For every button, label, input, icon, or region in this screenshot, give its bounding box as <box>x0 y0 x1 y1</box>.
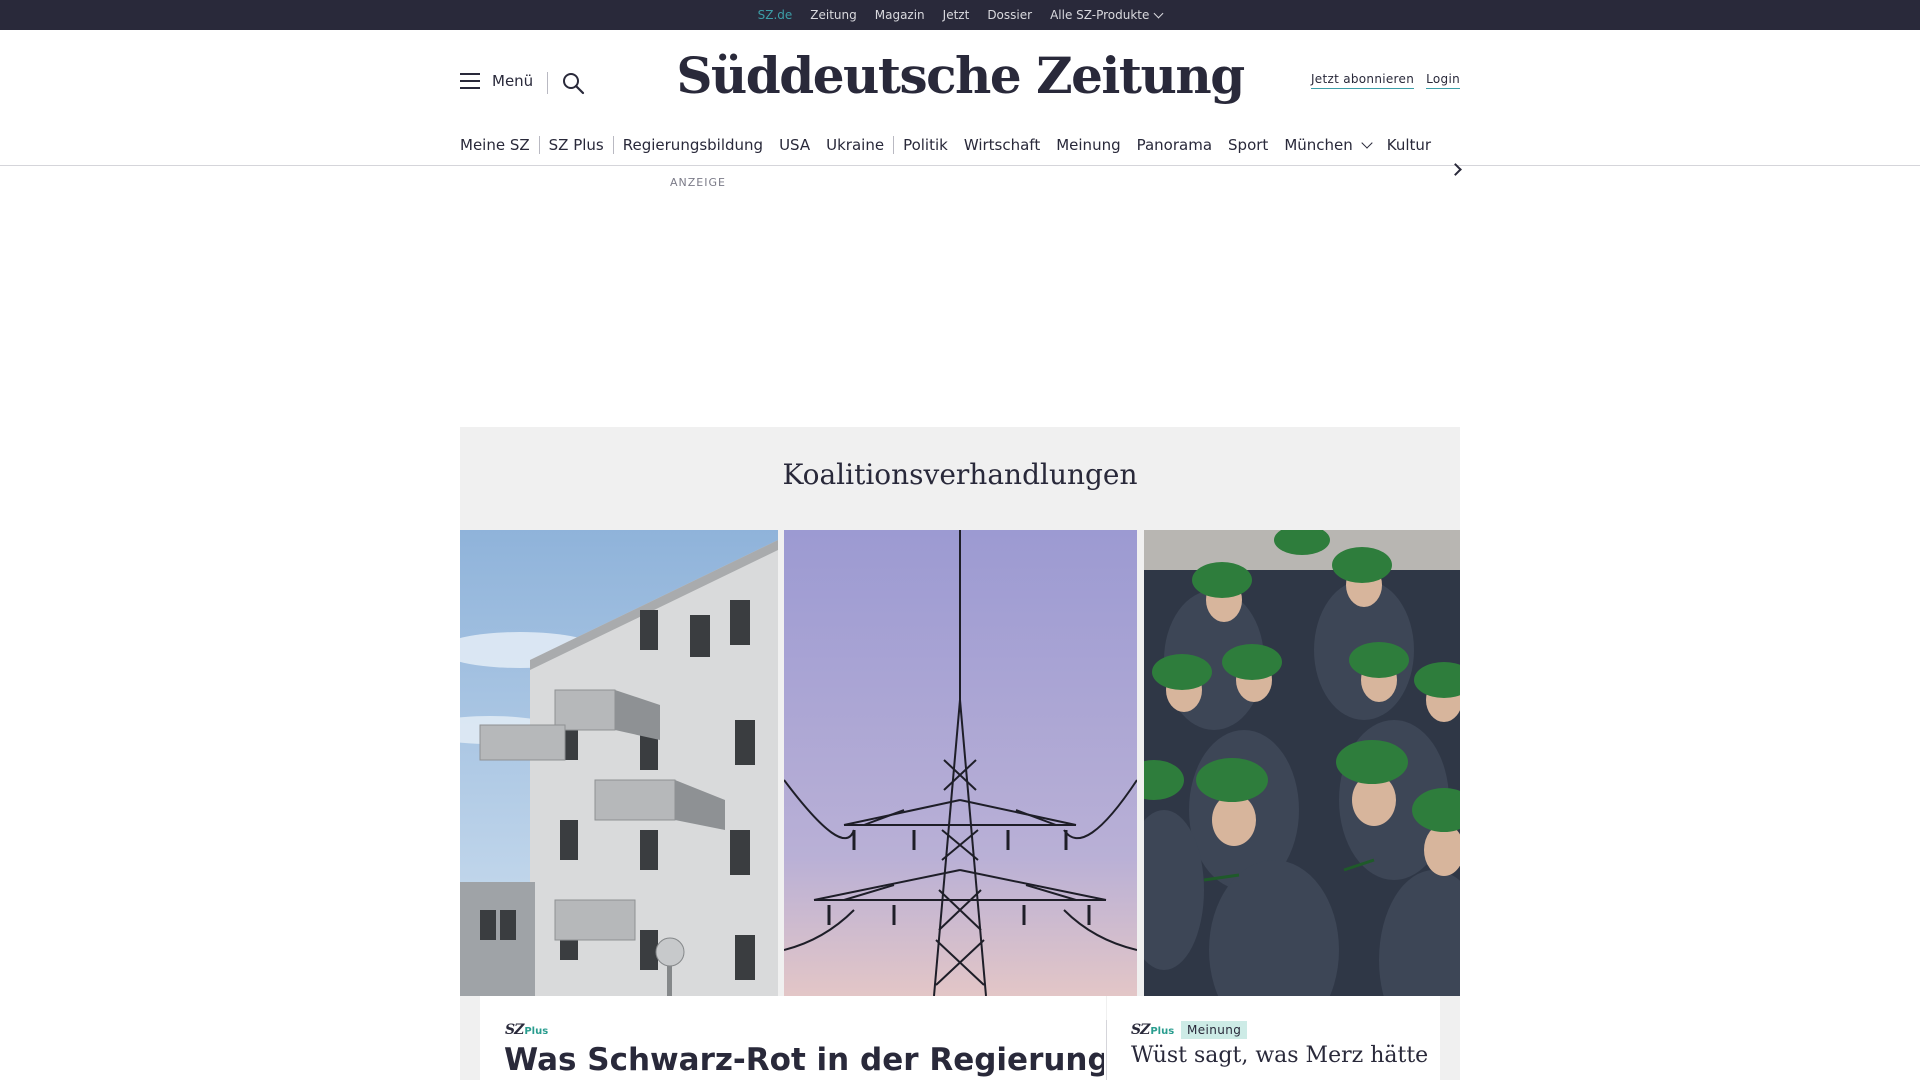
nav-item-muenchen-label: München <box>1284 136 1353 154</box>
article-image-power-pylon[interactable] <box>784 530 1137 996</box>
section-title[interactable]: Koalitionsverhandlungen <box>460 458 1460 491</box>
topbar-link-alle-produkte[interactable]: Alle SZ-Produkte <box>1050 8 1164 22</box>
topbar-link-szde[interactable]: SZ.de <box>758 8 793 22</box>
main-nav: Meine SZ SZ Plus Regierungsbildung USA U… <box>460 130 1460 160</box>
opinion-badge: Meinung <box>1181 1021 1248 1039</box>
topbar-link-alle-produkte-label: Alle SZ-Produkte <box>1050 8 1150 22</box>
nav-item-wirtschaft[interactable]: Wirtschaft <box>964 136 1040 154</box>
nav-divider <box>538 136 540 154</box>
sz-brand: SZ <box>505 1022 524 1038</box>
article-card[interactable]: SZ Plus Meinung Wüst sagt, was Merz hätt… <box>1107 996 1440 1080</box>
article-headline[interactable]: Wüst sagt, was Merz hätte <box>1131 1043 1431 1068</box>
menu-label: Menü <box>492 72 534 90</box>
nav-item-sport[interactable]: Sport <box>1228 136 1268 154</box>
top-bar: SZ.de Zeitung Magazin Jetzt Dossier Alle… <box>0 0 1920 30</box>
article-image-building[interactable] <box>460 530 778 996</box>
nav-item-kultur[interactable]: Kultur <box>1387 136 1431 154</box>
plus-brand: Plus <box>524 1026 549 1037</box>
nav-item-usa[interactable]: USA <box>779 136 810 154</box>
search-icon[interactable] <box>561 71 585 95</box>
article-headline[interactable]: Was Schwarz-Rot in der Regierung <box>504 1042 1104 1078</box>
ad-label: ANZEIGE <box>670 176 726 189</box>
chevron-down-icon <box>1153 8 1164 18</box>
site-logo[interactable]: Süddeutsche Zeitung <box>676 40 1245 110</box>
hamburger-icon <box>460 73 480 89</box>
nav-item-muenchen[interactable]: München <box>1284 136 1373 154</box>
menu-button[interactable]: Menü <box>460 72 533 90</box>
chevron-right-icon[interactable] <box>1449 163 1462 176</box>
sz-plus-label: SZ Plus <box>1131 1022 1174 1038</box>
nav-item-panorama[interactable]: Panorama <box>1137 136 1212 154</box>
nav-item-meine-sz[interactable]: Meine SZ <box>460 136 530 154</box>
account-links: Jetzt abonnieren Login <box>1310 72 1460 89</box>
plus-brand: Plus <box>1150 1026 1175 1037</box>
login-link[interactable]: Login <box>1426 72 1460 89</box>
nav-divider <box>612 136 614 154</box>
topbar-link-dossier[interactable]: Dossier <box>987 8 1032 22</box>
sz-brand: SZ <box>1131 1022 1150 1038</box>
article-image-soldiers[interactable] <box>1144 530 1460 996</box>
divider <box>547 72 548 94</box>
chevron-down-icon <box>1361 136 1373 149</box>
nav-item-ukraine[interactable]: Ukraine <box>826 136 884 154</box>
topbar-link-jetzt[interactable]: Jetzt <box>943 8 970 22</box>
subscribe-link[interactable]: Jetzt abonnieren <box>1310 72 1415 89</box>
site-header: Menü Süddeutsche Zeitung Jetzt abonniere… <box>0 30 1920 176</box>
top-bar-links: SZ.de Zeitung Magazin Jetzt Dossier Alle… <box>0 0 1920 30</box>
topbar-link-magazin[interactable]: Magazin <box>875 8 925 22</box>
nav-item-sz-plus[interactable]: SZ Plus <box>549 136 604 154</box>
nav-divider <box>893 136 895 154</box>
sz-plus-label: SZ Plus <box>505 1022 548 1038</box>
nav-item-meinung[interactable]: Meinung <box>1056 136 1120 154</box>
nav-item-politik[interactable]: Politik <box>903 136 948 154</box>
nav-item-regierungsbildung[interactable]: Regierungsbildung <box>623 136 763 154</box>
article-card[interactable]: SZ Plus Was Schwarz-Rot in der Regierung <box>480 996 1106 1080</box>
topbar-link-zeitung[interactable]: Zeitung <box>810 8 856 22</box>
